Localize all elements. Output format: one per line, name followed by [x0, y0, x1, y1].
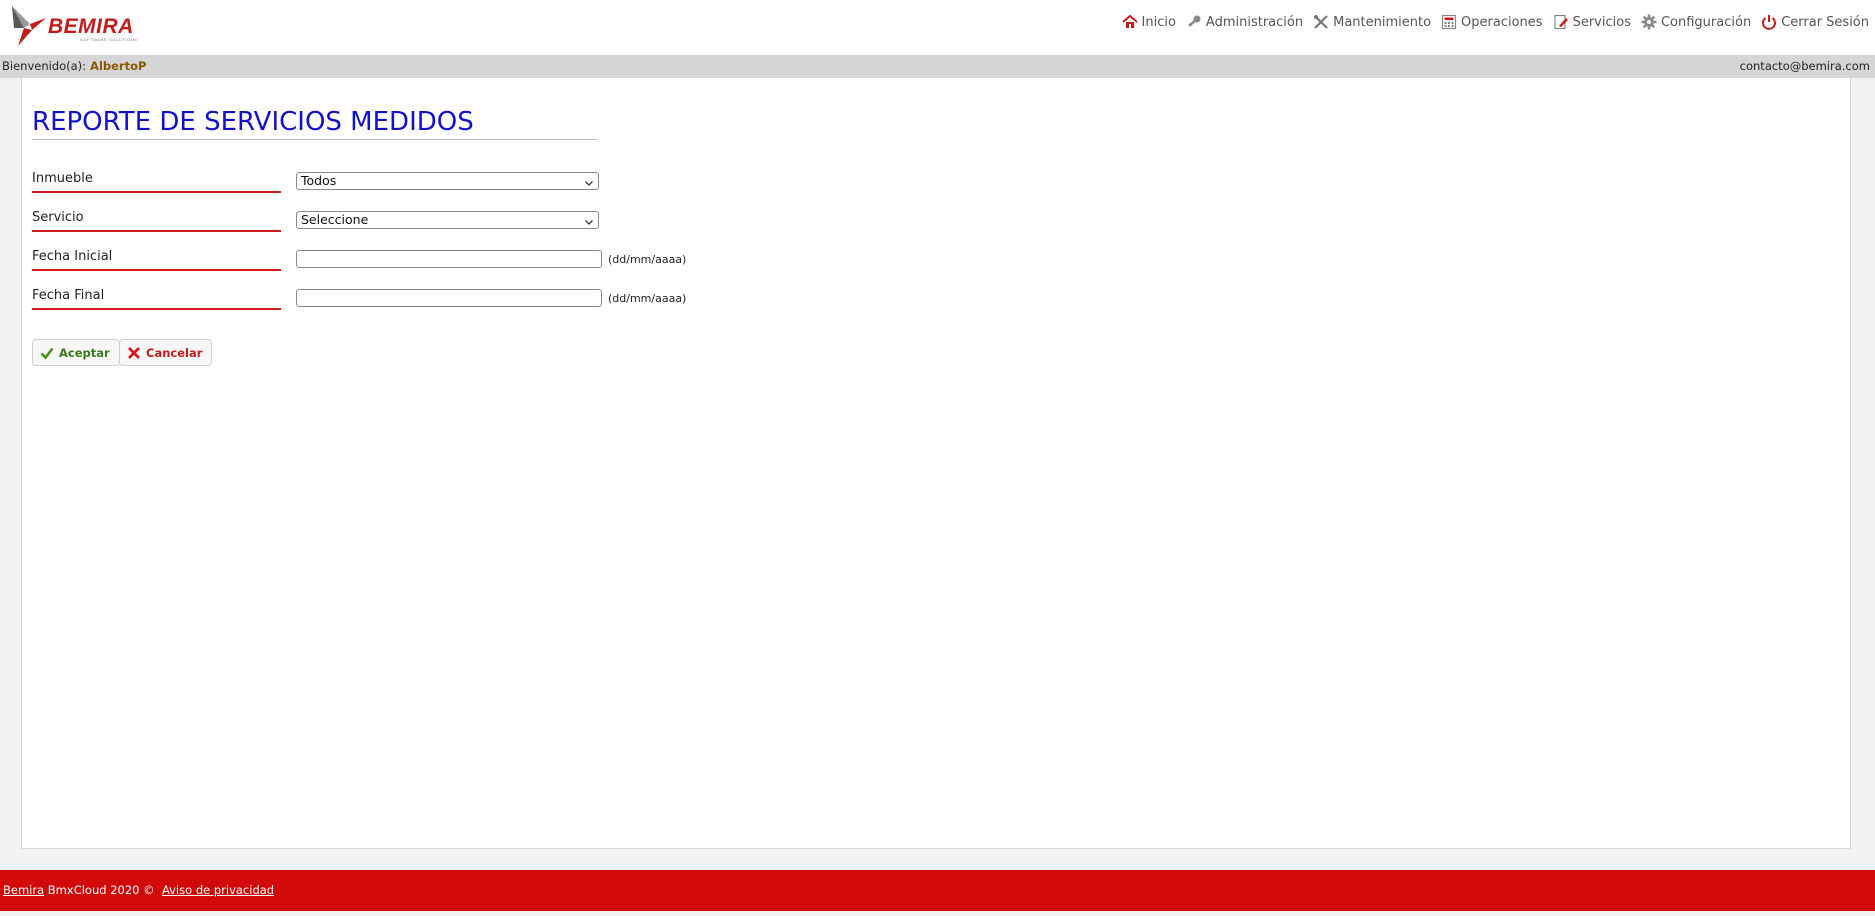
nav-operaciones-label: Operaciones: [1461, 14, 1543, 30]
accept-button-label: Aceptar: [59, 345, 110, 360]
nav-configuracion[interactable]: Configuración: [1641, 14, 1751, 30]
user-bar: Bienvenido(a): AlbertoP contacto@bemira.c…: [0, 55, 1875, 78]
username: AlbertoP: [90, 59, 147, 73]
nav-administracion-label: Administración: [1205, 14, 1304, 30]
document-edit-icon: [1553, 14, 1569, 30]
close-icon: [127, 346, 141, 360]
nav-configuracion-label: Configuración: [1660, 14, 1752, 30]
logo-mark-icon: [12, 6, 46, 46]
cancel-button[interactable]: Cancelar: [119, 339, 213, 366]
gear-icon: [1641, 14, 1657, 30]
fecha-inicial-label: Fecha Inicial: [32, 248, 281, 271]
contact-email: contacto@bemira.com: [1739, 59, 1870, 73]
chevron-down-icon: [584, 215, 594, 225]
main-content: REPORTE DE SERVICIOS MEDIDOS Inmueble To…: [21, 78, 1851, 849]
footer-content: Bemira BmxCloud 2020 © Aviso de privacid…: [3, 870, 274, 911]
inmueble-label: Inmueble: [32, 170, 281, 193]
accept-button[interactable]: Aceptar: [32, 339, 120, 366]
checkmark-icon: [40, 346, 54, 360]
fecha-final-format-hint: (dd/mm/aaaa): [608, 292, 687, 305]
fecha-inicial-format-hint: (dd/mm/aaaa): [608, 253, 687, 266]
chevron-down-icon: [584, 176, 594, 186]
fecha-final-label: Fecha Final: [32, 287, 281, 310]
fecha-inicial-input[interactable]: [296, 250, 602, 268]
privacy-notice-link[interactable]: Aviso de privacidad: [162, 883, 274, 897]
nav-operaciones[interactable]: Operaciones: [1441, 14, 1543, 30]
footer-copyright: BmxCloud 2020 ©: [47, 883, 155, 897]
servicio-select[interactable]: Seleccione: [296, 211, 599, 229]
inmueble-selected-value: Todos: [301, 173, 337, 188]
welcome-label: Bienvenido(a):: [2, 59, 87, 73]
nav-mantenimiento-label: Mantenimiento: [1333, 14, 1432, 30]
logo-text: BEMIRA: [48, 15, 134, 38]
nav-servicios[interactable]: Servicios: [1553, 14, 1631, 30]
nav-administracion[interactable]: Administración: [1186, 14, 1303, 30]
nav-cerrar-sesion-label: Cerrar Sesión: [1781, 14, 1869, 30]
nav-inicio[interactable]: Inicio: [1121, 14, 1176, 30]
footer-brand-link[interactable]: Bemira: [3, 883, 44, 897]
top-header: BEMIRA SOFTWARE SOLUTIONS Inicio Adminis…: [0, 0, 1875, 55]
home-icon: [1121, 14, 1138, 30]
calculator-icon: [1441, 14, 1457, 30]
cancel-button-label: Cancelar: [146, 345, 203, 360]
nav-inicio-label: Inicio: [1141, 14, 1176, 30]
footer: Bemira BmxCloud 2020 © Aviso de privacid…: [0, 870, 1875, 911]
welcome-message: Bienvenido(a): AlbertoP: [2, 55, 146, 78]
tools-icon: [1313, 14, 1329, 30]
logo-tagline: SOFTWARE SOLUTIONS: [80, 37, 138, 42]
servicio-label: Servicio: [32, 209, 281, 232]
main-nav: Inicio Administración Mantenimiento Oper…: [1112, 14, 1869, 30]
nav-servicios-label: Servicios: [1572, 14, 1631, 30]
nav-cerrar-sesion[interactable]: Cerrar Sesión: [1761, 14, 1869, 30]
servicio-selected-value: Seleccione: [301, 212, 369, 227]
inmueble-select[interactable]: Todos: [296, 172, 599, 190]
bemira-logo[interactable]: BEMIRA SOFTWARE SOLUTIONS: [8, 4, 138, 50]
key-icon: [1186, 14, 1202, 30]
fecha-final-input[interactable]: [296, 289, 602, 307]
power-icon: [1761, 14, 1777, 30]
page-title: REPORTE DE SERVICIOS MEDIDOS: [32, 107, 597, 140]
nav-mantenimiento[interactable]: Mantenimiento: [1313, 14, 1431, 30]
